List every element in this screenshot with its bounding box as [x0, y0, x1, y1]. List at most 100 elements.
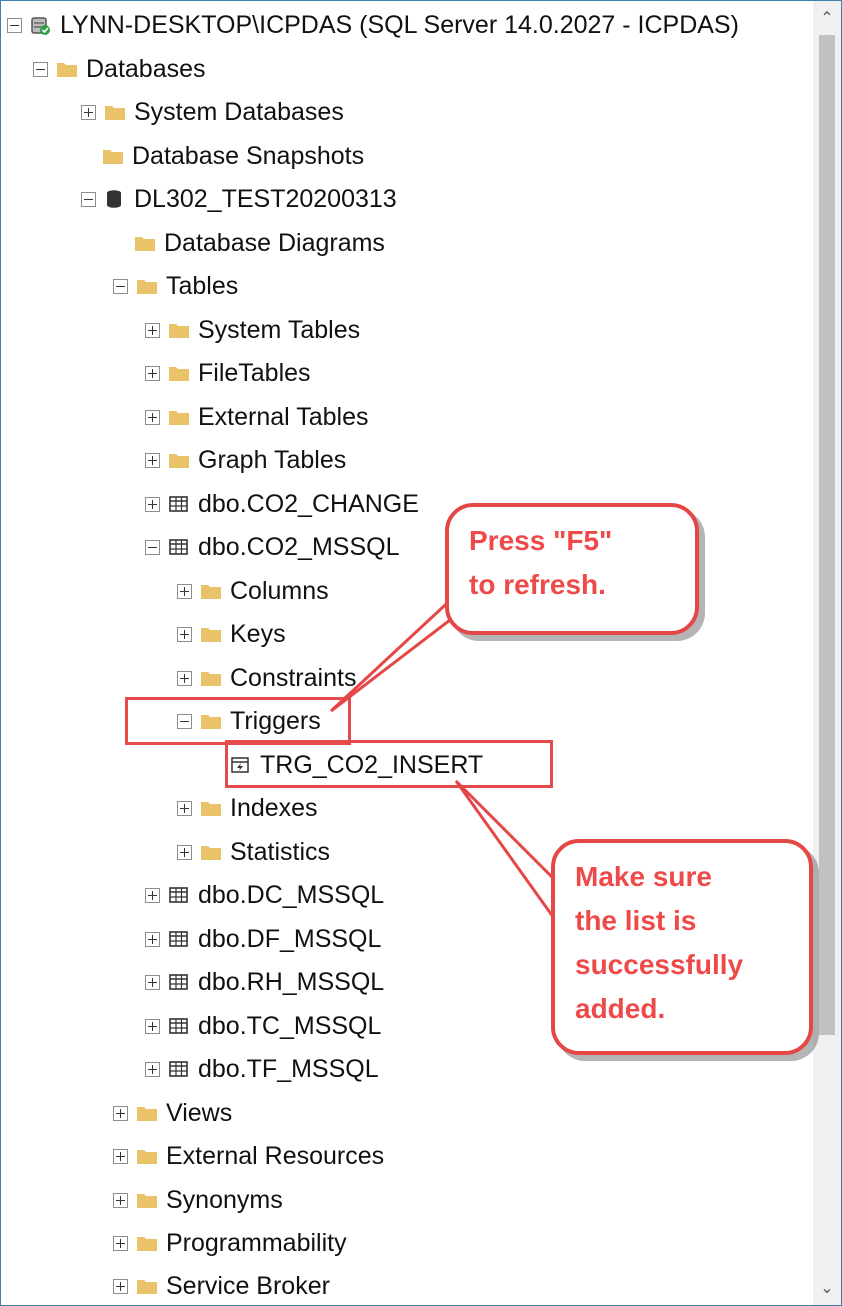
trigger-item-highlight-box [225, 740, 553, 788]
tree-node-table-tf-mssql[interactable]: dbo.TF_MSSQL [145, 1049, 379, 1089]
folder-icon [200, 581, 222, 601]
tree-node-columns[interactable]: Columns [177, 571, 329, 611]
tree-node-label: Keys [230, 620, 286, 648]
tree-node-system-tables[interactable]: System Tables [145, 310, 360, 350]
tree-node-table-tc-mssql[interactable]: dbo.TC_MSSQL [145, 1006, 381, 1046]
folder-icon [134, 233, 156, 253]
expand-toggle-icon[interactable] [113, 1148, 128, 1164]
tree-node-label: FileTables [198, 359, 311, 387]
folder-icon [136, 276, 158, 296]
tree-node-programmability[interactable]: Programmability [113, 1223, 347, 1263]
tree-node-label: dbo.DC_MSSQL [198, 881, 385, 909]
tree-node-label: System Databases [134, 98, 344, 126]
expand-toggle-icon[interactable] [81, 104, 96, 120]
tree-node-database-snapshots[interactable]: Database Snapshots [81, 136, 364, 176]
folder-icon [168, 363, 190, 383]
object-explorer-panel: LYNN-DESKTOP\ICPDAS (SQL Server 14.0.202… [0, 0, 842, 1306]
table-icon [168, 494, 190, 514]
expand-toggle-icon[interactable] [177, 670, 192, 686]
expand-toggle-icon[interactable] [113, 1105, 128, 1121]
tree-node-graph-tables[interactable]: Graph Tables [145, 440, 346, 480]
expand-toggle-icon[interactable] [145, 452, 160, 468]
scrollbar-thumb[interactable] [819, 35, 835, 1035]
table-icon [168, 1016, 190, 1036]
tree-node-indexes[interactable]: Indexes [177, 788, 318, 828]
expand-toggle-icon[interactable] [145, 887, 160, 903]
tree-node-label: dbo.TC_MSSQL [198, 1012, 382, 1040]
tree-node-synonyms[interactable]: Synonyms [113, 1180, 283, 1220]
tree-node-table-dc-mssql[interactable]: dbo.DC_MSSQL [145, 875, 384, 915]
expand-toggle-icon[interactable] [113, 1278, 128, 1294]
tree-node-constraints[interactable]: Constraints [177, 658, 356, 698]
tree-node-label: Service Broker [166, 1272, 330, 1300]
collapse-toggle-icon[interactable] [33, 61, 48, 77]
table-icon [168, 1059, 190, 1079]
collapse-toggle-icon[interactable] [81, 191, 96, 207]
tree-node-server[interactable]: LYNN-DESKTOP\ICPDAS (SQL Server 14.0.202… [7, 5, 739, 45]
tree-node-label: DL302_TEST20200313 [134, 185, 397, 213]
tree-node-label: Tables [166, 272, 239, 300]
collapse-toggle-icon[interactable] [145, 539, 160, 555]
tree-node-label: Database Snapshots [132, 142, 365, 170]
tree-node-databases[interactable]: Databases [33, 49, 206, 89]
table-icon [168, 972, 190, 992]
expand-toggle-icon[interactable] [145, 1018, 160, 1034]
expand-toggle-icon[interactable] [145, 974, 160, 990]
tree-node-service-broker[interactable]: Service Broker [113, 1266, 330, 1305]
tree-node-tables[interactable]: Tables [113, 266, 238, 306]
tree-node-external-tables[interactable]: External Tables [145, 397, 368, 437]
tree-node-label: System Tables [198, 316, 361, 344]
scroll-up-arrow-icon[interactable]: ⌃ [813, 5, 841, 31]
collapse-toggle-icon[interactable] [7, 17, 22, 33]
folder-icon [200, 798, 222, 818]
tree-node-external-resources[interactable]: External Resources [113, 1136, 384, 1176]
tree-node-views[interactable]: Views [113, 1093, 232, 1133]
tree-node-table-co2-change[interactable]: dbo.CO2_CHANGE [145, 484, 419, 524]
expand-toggle-icon[interactable] [145, 1061, 160, 1077]
tree-node-filetables[interactable]: FileTables [145, 353, 311, 393]
tree-node-label: dbo.RH_MSSQL [198, 968, 385, 996]
tree-node-label: External Tables [198, 403, 369, 431]
expand-toggle-icon[interactable] [145, 365, 160, 381]
expand-toggle-icon[interactable] [177, 626, 192, 642]
tree-node-table-co2-mssql[interactable]: dbo.CO2_MSSQL [145, 527, 400, 567]
refresh-callout: Press "F5" to refresh. [445, 503, 699, 635]
collapse-toggle-icon[interactable] [113, 278, 128, 294]
tree-node-label: Database Diagrams [164, 229, 385, 257]
folder-icon [136, 1103, 158, 1123]
tree-node-database[interactable]: DL302_TEST20200313 [81, 179, 397, 219]
tree-node-label: External Resources [166, 1142, 385, 1170]
tree-node-label: Programmability [166, 1229, 347, 1257]
vertical-scrollbar[interactable]: ⌃ ⌄ [813, 1, 841, 1305]
folder-icon [136, 1233, 158, 1253]
tree-node-database-diagrams[interactable]: Database Diagrams [113, 223, 385, 263]
expand-toggle-icon[interactable] [145, 409, 160, 425]
expand-toggle-icon[interactable] [145, 322, 160, 338]
expand-toggle-icon[interactable] [177, 800, 192, 816]
tree-node-table-rh-mssql[interactable]: dbo.RH_MSSQL [145, 962, 384, 1002]
tree-node-label: Indexes [230, 794, 318, 822]
table-icon [168, 537, 190, 557]
expand-toggle-icon[interactable] [145, 931, 160, 947]
folder-icon [104, 102, 126, 122]
server-icon [30, 15, 52, 35]
tree-node-system-databases[interactable]: System Databases [81, 92, 344, 132]
tree-node-label: dbo.CO2_MSSQL [198, 533, 400, 561]
folder-icon [102, 146, 124, 166]
tree-node-label: Constraints [230, 664, 357, 692]
tree-node-keys[interactable]: Keys [177, 614, 286, 654]
tree-node-table-df-mssql[interactable]: dbo.DF_MSSQL [145, 919, 381, 959]
scroll-down-arrow-icon[interactable]: ⌄ [813, 1275, 841, 1301]
expand-toggle-icon[interactable] [145, 496, 160, 512]
verify-callout: Make sure the list is successfully added… [551, 839, 813, 1055]
expand-toggle-icon[interactable] [113, 1235, 128, 1251]
object-explorer-tree: LYNN-DESKTOP\ICPDAS (SQL Server 14.0.202… [1, 1, 813, 1305]
folder-icon [200, 842, 222, 862]
tree-node-label: Synonyms [166, 1186, 283, 1214]
folder-icon [136, 1190, 158, 1210]
expand-toggle-icon[interactable] [177, 844, 192, 860]
expand-toggle-icon[interactable] [113, 1192, 128, 1208]
expand-toggle-icon[interactable] [177, 583, 192, 599]
database-icon [104, 189, 126, 209]
tree-node-statistics[interactable]: Statistics [177, 832, 330, 872]
